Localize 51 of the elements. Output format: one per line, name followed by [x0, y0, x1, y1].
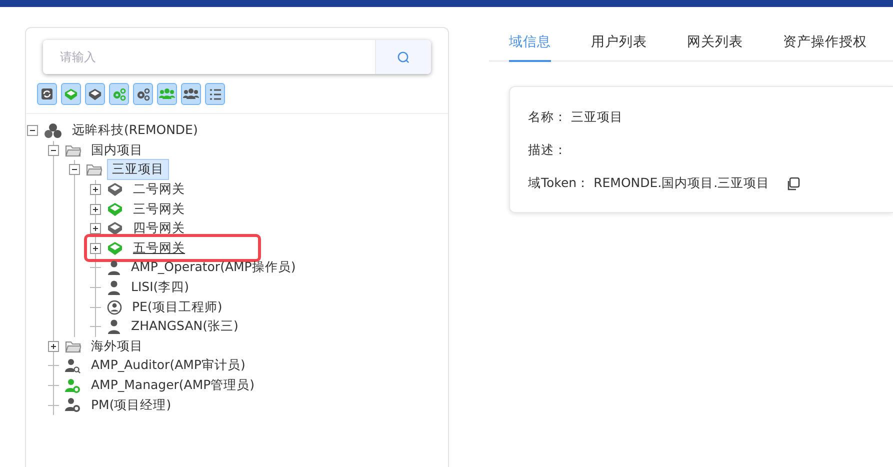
tree-node-label[interactable]: AMP_Auditor(AMP审计员) — [86, 355, 250, 376]
toolbar-button[interactable] — [181, 83, 201, 105]
tree-node-label[interactable]: 国内项目 — [86, 140, 148, 161]
expand-icon[interactable] — [90, 242, 101, 254]
tree-node-label[interactable]: 五号网关 — [128, 238, 190, 259]
toolbar-button[interactable] — [85, 83, 105, 105]
user-search-icon — [65, 358, 81, 374]
tree-node-label[interactable]: 四号网关 — [128, 218, 190, 240]
tree-node-label[interactable]: PE(项目工程师) — [127, 296, 228, 318]
expand-icon[interactable] — [48, 340, 59, 352]
field-label: 名称： — [528, 109, 567, 126]
field-label: 域Token： — [528, 175, 590, 192]
collapse-icon[interactable] — [69, 164, 80, 176]
field-value: 三亚项目 — [571, 109, 623, 126]
tree-node-label[interactable]: AMP_Operator(AMP操作员) — [126, 257, 301, 278]
cluster-icon — [44, 122, 62, 139]
user-gear-icon — [65, 378, 81, 394]
user-icon — [107, 280, 121, 296]
expand-icon[interactable] — [90, 204, 101, 215]
folder-icon — [65, 144, 81, 157]
tree-node-label[interactable]: 海外项目 — [86, 336, 148, 357]
user-gear-icon — [65, 397, 81, 414]
user-icon — [107, 260, 121, 276]
tree-node-label[interactable]: 三号网关 — [128, 198, 190, 220]
field-label: 描述： — [528, 142, 567, 159]
collapse-icon[interactable] — [48, 144, 59, 156]
tab[interactable]: 资产操作授权 — [783, 29, 867, 62]
collapse-icon[interactable] — [27, 125, 38, 136]
toolbar-button[interactable] — [37, 83, 57, 105]
list-icon — [208, 88, 222, 100]
tab[interactable]: 用户列表 — [591, 29, 647, 62]
tree-node-label[interactable]: PM(项目经理) — [86, 394, 176, 416]
tree-node-label[interactable]: 二号网关 — [128, 179, 190, 200]
expand-icon[interactable] — [90, 223, 101, 234]
tree-node-label[interactable]: 三亚项目 — [107, 159, 169, 180]
toolbar-button[interactable] — [133, 83, 153, 105]
toolbar-button[interactable] — [205, 83, 225, 105]
tree-node-label[interactable]: LISI(李四) — [126, 277, 194, 298]
user-icon — [107, 319, 121, 334]
tree-node-label[interactable]: 远眸科技(REMONDE) — [67, 120, 203, 142]
folder-icon — [86, 163, 102, 176]
tab[interactable]: 网关列表 — [687, 29, 743, 62]
copy-icon[interactable] — [786, 176, 800, 190]
field-value: REMONDE.国内项目.三亚项目 — [594, 175, 770, 192]
folder-icon — [65, 340, 81, 353]
tree-node-label[interactable]: AMP_Manager(AMP管理员) — [86, 375, 260, 396]
tree-node-label[interactable]: ZHANGSAN(张三) — [126, 316, 244, 338]
refresh-icon — [41, 88, 53, 100]
expand-icon[interactable] — [90, 184, 101, 196]
search-icon — [397, 50, 410, 64]
user-icon — [107, 300, 122, 315]
